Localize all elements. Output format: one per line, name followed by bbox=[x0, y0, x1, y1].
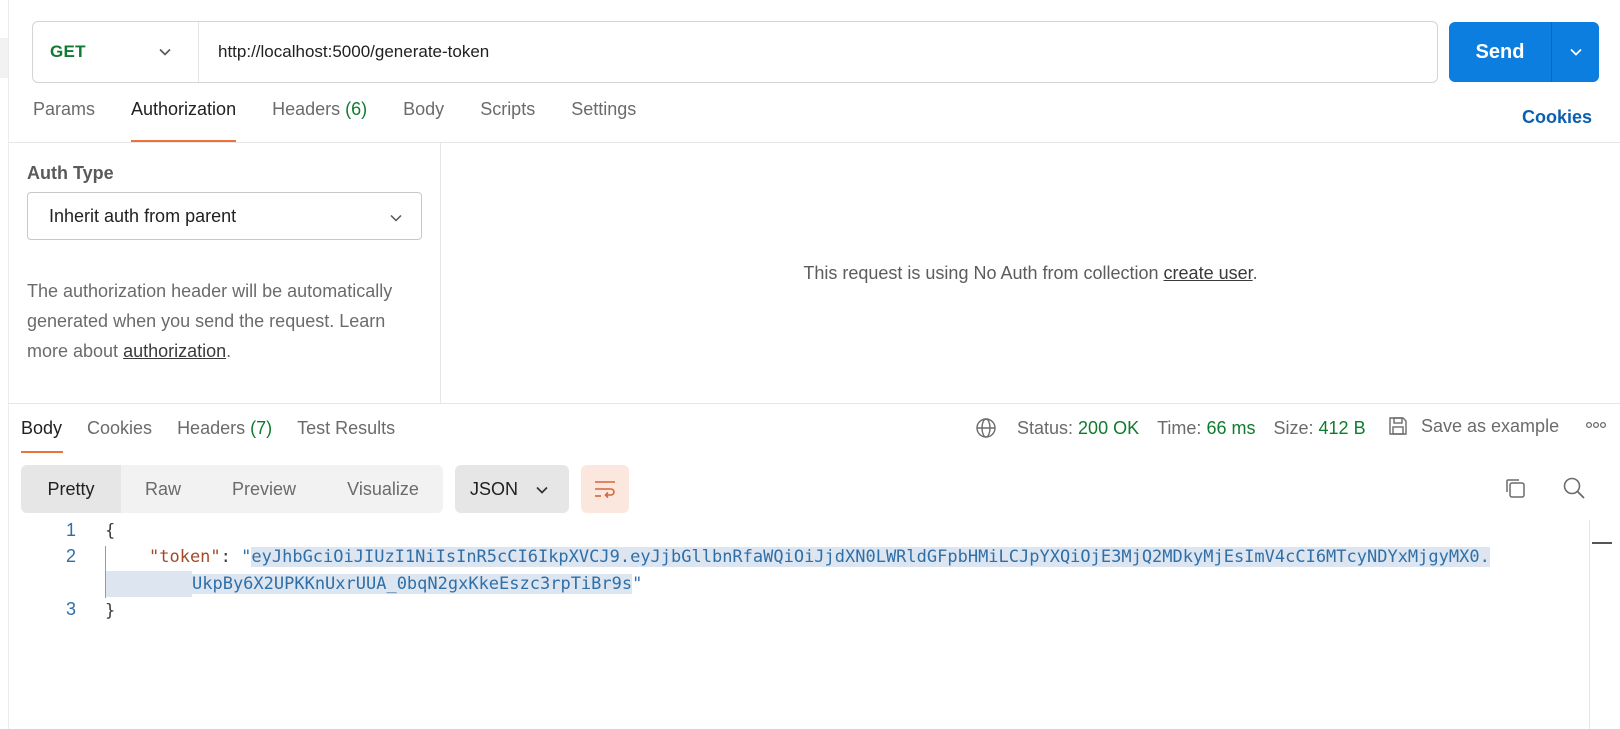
send-button-group: Send bbox=[1449, 22, 1599, 82]
save-as-example-button[interactable]: Save as example bbox=[1387, 415, 1559, 437]
code-line: { bbox=[105, 521, 116, 541]
more-icon[interactable] bbox=[1585, 418, 1607, 436]
mode-preview[interactable]: Preview bbox=[205, 465, 323, 513]
method-select[interactable]: GET bbox=[33, 22, 199, 82]
code-line: } bbox=[105, 601, 116, 621]
scrollbar-marker bbox=[1592, 542, 1612, 544]
tab-scripts[interactable]: Scripts bbox=[480, 98, 535, 142]
copy-icon[interactable] bbox=[1503, 476, 1527, 505]
tab-response-body[interactable]: Body bbox=[21, 417, 64, 453]
response-divider bbox=[9, 403, 1620, 404]
mode-visualize[interactable]: Visualize bbox=[323, 465, 443, 513]
tab-body[interactable]: Body bbox=[403, 98, 444, 142]
format-value: JSON bbox=[470, 478, 519, 499]
mode-raw[interactable]: Raw bbox=[121, 465, 205, 513]
tab-response-headers[interactable]: Headers (7) bbox=[177, 417, 272, 453]
auth-type-value: Inherit auth from parent bbox=[49, 205, 237, 226]
line-number: 1 bbox=[65, 520, 76, 540]
url-input[interactable]: http://localhost:5000/generate-token bbox=[199, 42, 1437, 62]
wrap-icon bbox=[595, 481, 615, 499]
body-mode-group: Pretty Raw Preview Visualize bbox=[21, 465, 443, 513]
token-value[interactable]: eyJhbGciOiJIUzI1NiIsInR5cCI6IkpXVCJ9.eyJ… bbox=[251, 547, 1490, 567]
indent-guide bbox=[105, 546, 106, 598]
response-meta: Status: 200 OK Time: 66 ms Size: 412 B bbox=[975, 415, 1384, 441]
code-line: "token": "eyJhbGciOiJIUzI1NiIsInR5cCI6Ik… bbox=[149, 547, 1490, 567]
auth-type-label: Auth Type bbox=[27, 163, 114, 183]
save-icon bbox=[1389, 417, 1407, 435]
status-value: 200 OK bbox=[1078, 417, 1140, 438]
time-value: 66 ms bbox=[1206, 417, 1256, 438]
auth-info-text: This request is using No Auth from colle… bbox=[803, 262, 1258, 283]
response-headers-count: (7) bbox=[250, 418, 273, 438]
tab-headers[interactable]: Headers (6) bbox=[272, 98, 367, 142]
auth-type-select[interactable]: Inherit auth from parent bbox=[27, 192, 422, 240]
editor-scrollbar[interactable] bbox=[1589, 520, 1590, 729]
send-options-button[interactable] bbox=[1552, 22, 1599, 82]
globe-icon[interactable] bbox=[975, 417, 997, 439]
response-tabs: Body Cookies Headers (7) Test Results bbox=[21, 417, 420, 453]
time-indicator[interactable]: Time: 66 ms bbox=[1157, 418, 1255, 439]
token-value-continued[interactable]: UkpBy6X2UPKKnUxrUUA_0bqN2gxKkeEszc3rpTiB… bbox=[192, 574, 633, 594]
sidebar-divider bbox=[8, 0, 9, 729]
method-label: GET bbox=[50, 42, 86, 61]
request-tabs: Params Authorization Headers (6) Body Sc… bbox=[33, 98, 672, 142]
headers-count: (6) bbox=[345, 99, 368, 119]
auth-config-panel: Auth Type Inherit auth from parent The a… bbox=[27, 143, 441, 403]
tab-response-cookies[interactable]: Cookies bbox=[87, 417, 152, 453]
cookies-link[interactable]: Cookies bbox=[1522, 107, 1592, 128]
search-icon[interactable] bbox=[1562, 476, 1586, 505]
collection-link[interactable]: create user bbox=[1164, 263, 1253, 283]
chevron-down-icon bbox=[536, 486, 548, 494]
size-indicator[interactable]: Size: 412 B bbox=[1273, 418, 1365, 439]
size-value: 412 B bbox=[1318, 417, 1366, 438]
code-line: UkpBy6X2UPKKnUxrUUA_0bqN2gxKkeEszc3rpTiB… bbox=[106, 571, 1620, 597]
tab-test-results[interactable]: Test Results bbox=[297, 417, 395, 453]
format-select[interactable]: JSON bbox=[455, 465, 569, 513]
tab-authorization[interactable]: Authorization bbox=[131, 98, 237, 142]
chevron-down-icon bbox=[159, 48, 171, 56]
chevron-down-icon bbox=[1569, 48, 1582, 56]
sidebar-edge bbox=[0, 38, 8, 78]
tab-params[interactable]: Params bbox=[33, 98, 95, 142]
status-indicator[interactable]: Status: 200 OK bbox=[1017, 418, 1139, 439]
url-bar: GET http://localhost:5000/generate-token bbox=[32, 21, 1438, 83]
json-key: "token" bbox=[149, 547, 221, 567]
authorization-link[interactable]: authorization bbox=[123, 341, 226, 361]
auth-description: The authorization header will be automat… bbox=[27, 281, 393, 361]
wrap-lines-button[interactable] bbox=[581, 465, 629, 513]
line-number: 2 bbox=[65, 546, 76, 566]
line-number: 3 bbox=[65, 599, 76, 619]
chevron-down-icon bbox=[390, 214, 402, 222]
tab-settings[interactable]: Settings bbox=[571, 98, 636, 142]
mode-pretty[interactable]: Pretty bbox=[21, 465, 121, 513]
auth-info-panel: This request is using No Auth from colle… bbox=[441, 143, 1620, 403]
send-button[interactable]: Send bbox=[1449, 22, 1551, 82]
